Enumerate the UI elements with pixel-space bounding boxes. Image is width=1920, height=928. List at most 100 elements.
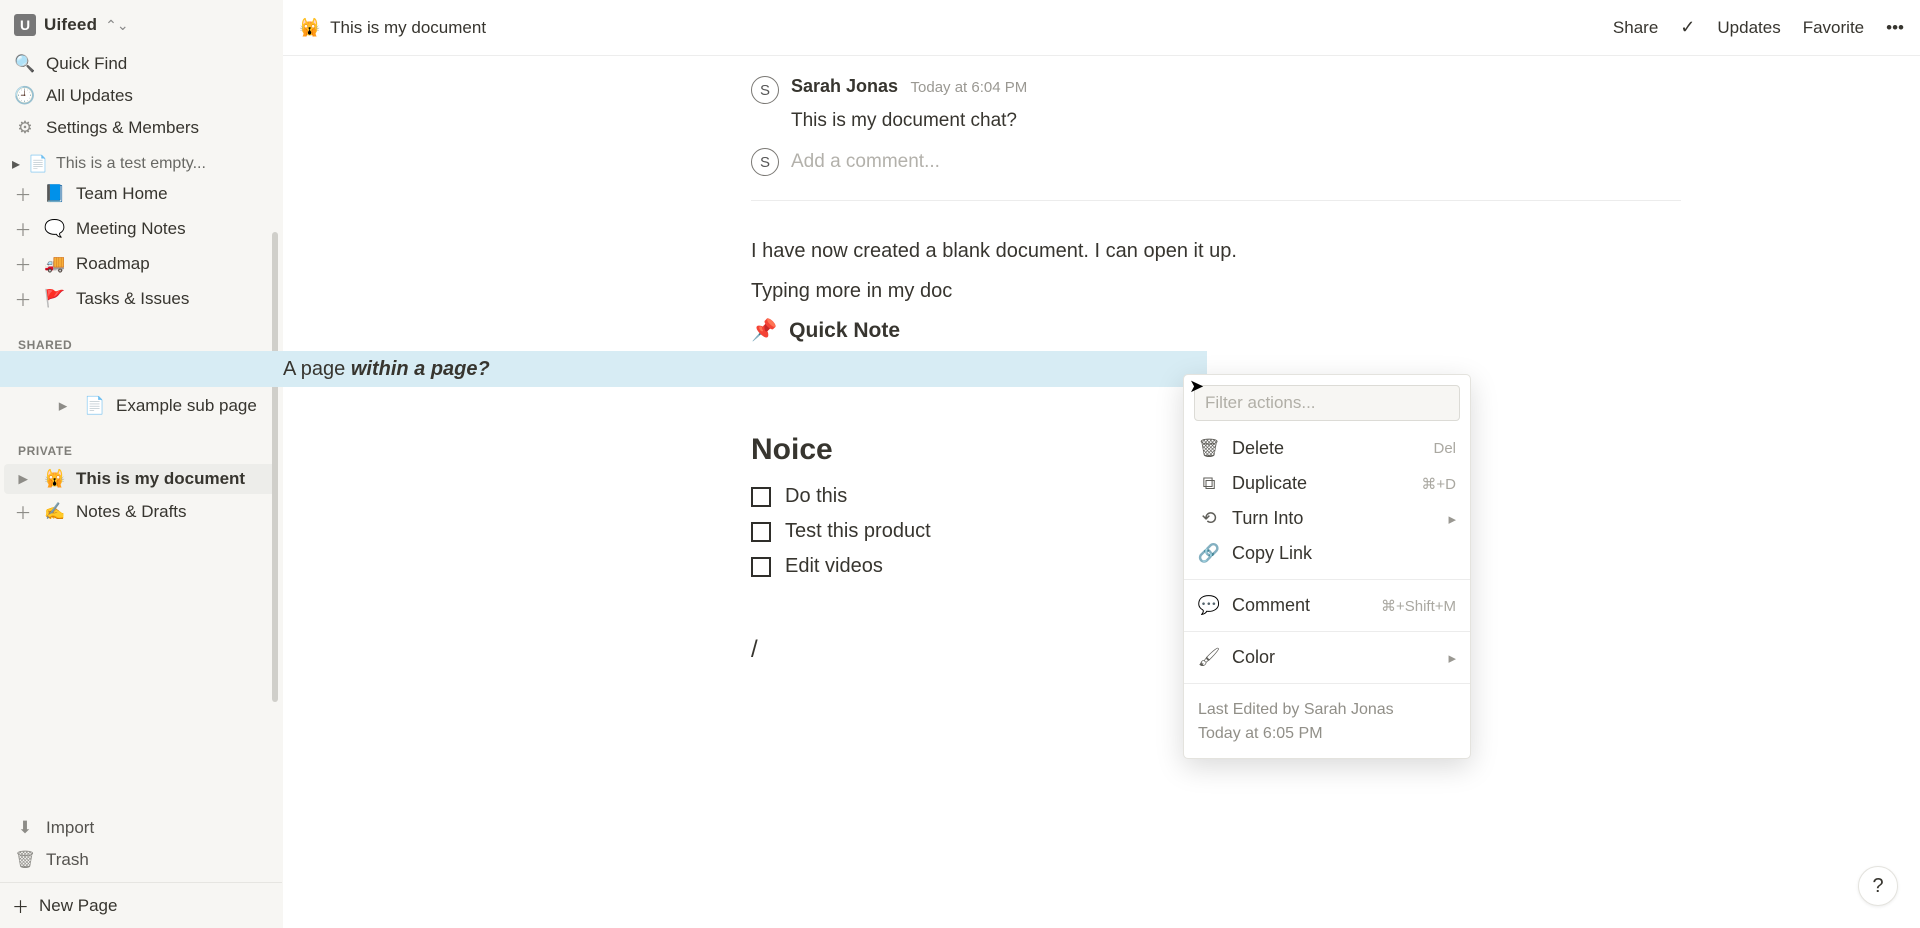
page-label: Roadmap <box>76 254 150 274</box>
truck-icon: 🚚 <box>44 254 66 274</box>
more-icon[interactable]: ••• <box>1886 18 1904 38</box>
checkbox-icon[interactable] <box>751 522 771 542</box>
new-page[interactable]: ＋ New Page <box>0 882 282 928</box>
favorite-button[interactable]: Favorite <box>1803 18 1864 38</box>
menu-label: Comment <box>1232 595 1310 616</box>
comment-text: This is my document chat? <box>791 110 1681 132</box>
selected-block[interactable]: A page within a page? <box>0 351 1207 387</box>
menu-label: Delete <box>1232 438 1284 459</box>
meta-line: Last Edited by Sarah Jonas <box>1198 698 1456 722</box>
comment-icon: 💬 <box>1198 595 1220 616</box>
updates-button[interactable]: Updates <box>1717 18 1780 38</box>
checkbox-icon[interactable] <box>751 487 771 507</box>
share-button[interactable]: Share <box>1613 18 1658 38</box>
mouse-cursor-icon: ➤ <box>1189 376 1204 397</box>
page-item-cut[interactable]: ▸ 📄 This is a test empty... <box>4 152 278 176</box>
filter-actions-input[interactable] <box>1194 385 1460 421</box>
chevron-right-icon[interactable]: ▸ <box>52 396 74 416</box>
page-emoji: 🙀 <box>299 18 320 38</box>
cycle-icon: ⟲ <box>1198 508 1220 529</box>
menu-copy-link[interactable]: 🔗 Copy Link <box>1194 536 1460 571</box>
check-icon: ✓ <box>1680 17 1695 38</box>
shortcut: ⌘+D <box>1421 475 1456 493</box>
todo-label: Edit videos <box>785 555 883 578</box>
search-icon: 🔍 <box>14 53 36 75</box>
text: A page <box>283 358 351 380</box>
page-title: This is my document <box>330 18 486 38</box>
topbar: 🙀 This is my document Share ✓ Updates Fa… <box>283 0 1920 56</box>
text-italic: within a page? <box>351 358 490 380</box>
gear-icon: ⚙ <box>14 117 36 139</box>
chevron-right-icon[interactable]: ▸ <box>12 469 34 489</box>
new-page-label: New Page <box>39 896 117 916</box>
menu-comment[interactable]: 💬Comment⌘+Shift+M <box>1194 588 1460 623</box>
download-icon: ⬇ <box>14 817 36 839</box>
menu-delete[interactable]: 🗑 Delete Del <box>1194 431 1460 466</box>
page-label: Tasks & Issues <box>76 289 189 309</box>
comment-input[interactable]: Add a comment... <box>791 151 940 173</box>
sidebar: U Uifeed ⌃⌄ 🔍 Quick Find 🕘 All Updates ⚙… <box>0 0 283 928</box>
plus-icon: ＋ <box>12 251 34 276</box>
separator <box>1184 631 1470 632</box>
link-label: Quick Note <box>789 319 900 343</box>
help-button[interactable]: ? <box>1858 866 1898 906</box>
trash[interactable]: 🗑 Trash <box>6 844 276 876</box>
page-icon: 📄 <box>84 395 106 417</box>
page-label: This is my document <box>76 469 245 489</box>
page-notes-drafts[interactable]: ＋ ✍️ Notes & Drafts <box>4 494 278 529</box>
page-roadmap[interactable]: ＋ 🚚 Roadmap <box>4 246 278 281</box>
plus-icon: ＋ <box>12 216 34 241</box>
menu-label: Color <box>1232 647 1275 668</box>
settings-label: Settings & Members <box>46 118 199 138</box>
menu-turn-into[interactable]: ⟲ Turn Into ▸ <box>1194 501 1460 536</box>
menu-label: Copy Link <box>1232 543 1312 564</box>
book-icon: 📘 <box>44 184 66 204</box>
paragraph[interactable]: Typing more in my doc <box>751 275 1681 307</box>
page-label: Notes & Drafts <box>76 502 187 522</box>
clock-icon: 🕘 <box>14 85 36 107</box>
cat-scream-icon: 🙀 <box>44 469 66 489</box>
linked-page-quick-note[interactable]: 📌 Quick Note <box>751 319 1681 343</box>
import[interactable]: ⬇ Import <box>6 812 276 844</box>
plus-icon: ＋ <box>12 181 34 206</box>
todo-label: Do this <box>785 485 847 508</box>
comment-thread: S Sarah Jonas Today at 6:04 PM This is m… <box>751 76 1681 201</box>
shortcut: Del <box>1433 440 1456 457</box>
writing-icon: ✍️ <box>44 502 66 522</box>
workspace-avatar: U <box>14 14 36 36</box>
settings-members[interactable]: ⚙ Settings & Members <box>6 112 276 144</box>
comment-author: Sarah Jonas <box>791 76 898 96</box>
workspace-name: Uifeed <box>44 15 97 35</box>
all-updates[interactable]: 🕘 All Updates <box>6 80 276 112</box>
import-label: Import <box>46 818 94 838</box>
meta-line: Today at 6:05 PM <box>1198 722 1456 746</box>
paragraph[interactable]: I have now created a blank document. I c… <box>751 235 1681 267</box>
paint-icon: 🖌 <box>1198 647 1220 668</box>
trash-icon: 🗑 <box>1198 438 1220 459</box>
page-label: Team Home <box>76 184 168 204</box>
page-this-document[interactable]: ▸ 🙀 This is my document <box>4 464 278 494</box>
pin-icon: 📌 <box>751 319 777 343</box>
menu-label: Turn Into <box>1232 508 1303 529</box>
plus-icon: ＋ <box>12 499 34 524</box>
block-actions-menu: 🗑DeleteDel ⧉Duplicate⌘+D ⟲Turn Into▸ 🔗Co… <box>1183 374 1471 759</box>
avatar: S <box>751 76 779 104</box>
menu-duplicate[interactable]: ⧉Duplicate⌘+D <box>1194 466 1460 501</box>
avatar: S <box>751 148 779 176</box>
breadcrumb[interactable]: 🙀 This is my document <box>299 18 486 38</box>
page-team-home[interactable]: ＋ 📘 Team Home <box>4 176 278 211</box>
chevron-right-icon: ▸ <box>12 154 20 174</box>
page-tasks-issues[interactable]: ＋ 🚩 Tasks & Issues <box>4 281 278 316</box>
quick-find[interactable]: 🔍 Quick Find <box>6 48 276 80</box>
page-example-sub[interactable]: ▸ 📄 Example sub page <box>4 390 278 422</box>
flag-icon: 🚩 <box>44 289 66 309</box>
menu-label: Duplicate <box>1232 473 1307 494</box>
workspace-switcher[interactable]: U Uifeed ⌃⌄ <box>0 0 282 46</box>
chevron-right-icon: ▸ <box>1448 510 1456 528</box>
menu-color[interactable]: 🖌Color▸ <box>1194 640 1460 675</box>
page-label: This is a test empty... <box>56 155 206 173</box>
page-meeting-notes[interactable]: ＋ 🗨️ Meeting Notes <box>4 211 278 246</box>
checkbox-icon[interactable] <box>751 557 771 577</box>
chevron-up-down-icon: ⌃⌄ <box>105 17 128 34</box>
link-icon: 🔗 <box>1198 543 1220 564</box>
